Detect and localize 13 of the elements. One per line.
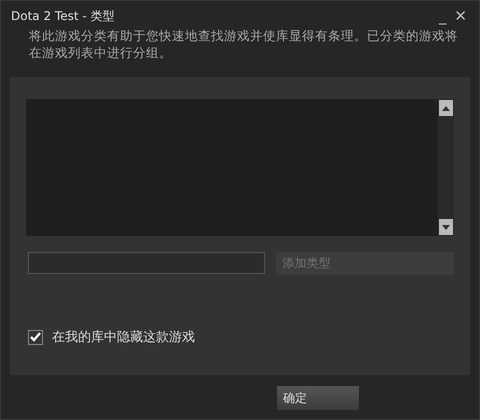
down-arrow-icon — [442, 224, 450, 230]
up-arrow-icon — [442, 106, 450, 110]
scroll-up-button[interactable] — [439, 100, 453, 116]
window-title: Dota 2 Test - 类型 — [11, 8, 116, 24]
ok-button[interactable]: 确定 — [277, 386, 359, 410]
hide-checkbox[interactable] — [28, 330, 43, 344]
close-button[interactable]: ✕ — [450, 7, 471, 25]
category-input[interactable] — [28, 252, 266, 274]
minimize-button[interactable]: _ — [434, 7, 450, 25]
description-text: 将此游戏分类有助于您快速地查找游戏并使库显得有条理。已分类的游戏将在游戏列表中进行分组。 — [29, 27, 459, 62]
hide-game-label: 在我的库中隐藏这款游戏 — [52, 329, 195, 346]
scroll-down-button[interactable] — [439, 219, 453, 235]
scrollbar[interactable] — [438, 99, 454, 236]
